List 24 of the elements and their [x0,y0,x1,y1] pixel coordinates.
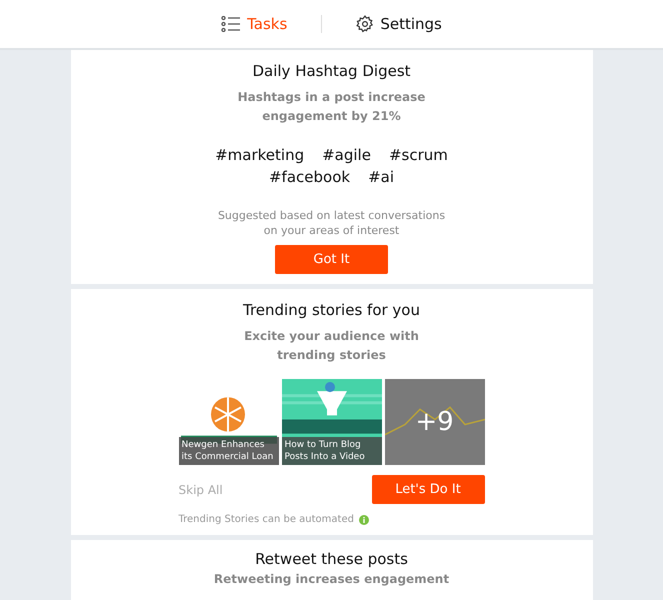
nav-tab[interactable]: Settings [354,13,444,35]
hashtag: #marketing [215,146,304,164]
card-subtitle: Hashtags in a post increase engagement by 21% [236,89,426,125]
automation-note: Trending Stories can be automated [178,514,354,525]
more-stories-tile[interactable]: +9 [384,379,484,465]
lets-do-it-button[interactable]: Let's Do It [372,475,484,504]
story-caption: How to Turn Blog Posts Into a Video [282,437,382,465]
info-icon[interactable] [358,514,369,524]
list-icon [221,16,242,32]
suggestion-note: Suggested based on latest conversations on your areas of interest [216,208,446,238]
hashtag: #agile [322,146,371,164]
settings-icon [356,15,374,33]
card-title: Retweet these posts [255,550,408,568]
hashtag: #ai [368,168,394,186]
card-subtitle: Excite your audience with trending stories [243,328,420,364]
card-title: Daily Hashtag Digest [252,62,411,80]
card-subtitle: Retweeting increases engagement [214,571,450,588]
hashtag: #facebook [268,168,350,186]
skip-all-button[interactable]: Skip All [178,482,223,496]
card-title: Trending stories for you [243,301,420,319]
hashtag: #scrum [388,146,448,164]
got-it-button[interactable]: Got It [275,245,388,274]
story-caption: Newgen Enhances its Commercial Loan [178,437,278,465]
nav-tab[interactable]: Tasks [219,13,290,35]
